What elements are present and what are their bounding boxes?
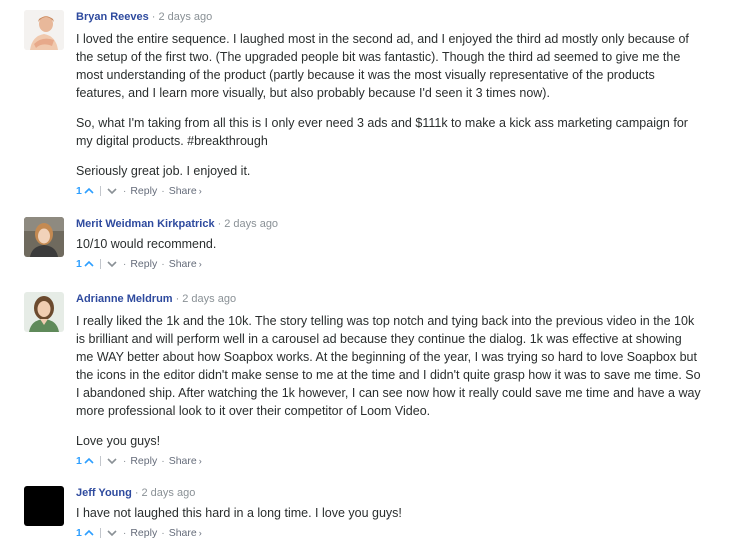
vote-divider (99, 186, 101, 196)
share-button[interactable]: Share (169, 184, 197, 198)
share-arrow-icon: › (198, 259, 202, 269)
upvote-count[interactable]: 1 (76, 257, 82, 271)
chevron-down-icon[interactable] (107, 260, 119, 268)
footer-separator: · (122, 185, 127, 197)
comment-timestamp[interactable]: 2 days ago (142, 487, 196, 499)
footer-separator: · (122, 455, 127, 467)
vote-divider (99, 528, 101, 538)
footer-separator: · (161, 527, 165, 539)
chevron-up-icon[interactable] (84, 529, 96, 537)
comment-timestamp[interactable]: 2 days ago (158, 11, 212, 23)
comment-timestamp[interactable]: 2 days ago (182, 293, 236, 305)
comment-body: 10/10 would recommend. (76, 235, 702, 253)
avatar[interactable] (24, 486, 64, 526)
reply-button[interactable]: Reply (130, 184, 157, 198)
chevron-down-icon[interactable] (107, 529, 119, 537)
comment-footer: 1 · Reply · Share › (76, 526, 702, 540)
footer-separator: · (122, 527, 127, 539)
vote-divider (99, 456, 101, 466)
comment-footer: 1 · Reply · Share › (76, 257, 702, 271)
upvote-count[interactable]: 1 (76, 526, 82, 540)
comment-author[interactable]: Jeff Young (76, 487, 132, 499)
header-separator: · (134, 487, 139, 499)
share-arrow-icon: › (198, 456, 202, 466)
reply-button[interactable]: Reply (130, 526, 157, 540)
comment-author[interactable]: Merit Weidman Kirkpatrick (76, 218, 215, 230)
chevron-up-icon[interactable] (84, 457, 96, 465)
chevron-down-icon[interactable] (107, 187, 119, 195)
share-button[interactable]: Share (169, 526, 197, 540)
comment-paragraph: I loved the entire sequence. I laughed m… (76, 32, 689, 100)
comment-footer: 1 · Reply · Share › (76, 454, 702, 468)
comment-body: I really liked the 1k and the 10k. The s… (76, 312, 702, 450)
footer-separator: · (122, 258, 127, 270)
header-separator: · (175, 293, 180, 305)
share-arrow-icon: › (198, 528, 202, 538)
comment-paragraph: 10/10 would recommend. (76, 237, 217, 251)
avatar[interactable] (24, 217, 64, 257)
reply-button[interactable]: Reply (130, 454, 157, 468)
comment-author[interactable]: Adrianne Meldrum (76, 293, 173, 305)
vote-divider (99, 259, 101, 269)
footer-separator: · (161, 258, 165, 270)
reply-button[interactable]: Reply (130, 257, 157, 271)
footer-separator: · (161, 185, 165, 197)
comment-footer: 1 · Reply · Share › (76, 184, 702, 198)
comment-timestamp[interactable]: 2 days ago (224, 218, 278, 230)
header-separator: · (217, 218, 222, 230)
chevron-up-icon[interactable] (84, 260, 96, 268)
header-separator: · (151, 11, 156, 23)
chevron-up-icon[interactable] (84, 187, 96, 195)
chevron-down-icon[interactable] (107, 457, 119, 465)
comment-body: I have not laughed this hard in a long t… (76, 504, 702, 522)
comment-paragraph: I have not laughed this hard in a long t… (76, 506, 402, 520)
comment-paragraph: Seriously great job. I enjoyed it. (76, 164, 251, 178)
comment-paragraph: I really liked the 1k and the 10k. The s… (76, 314, 701, 418)
share-button[interactable]: Share (169, 257, 197, 271)
comment-author[interactable]: Bryan Reeves (76, 11, 149, 23)
comment-paragraph: Love you guys! (76, 434, 161, 448)
comment-paragraph: So, what I'm taking from all this is I o… (76, 116, 688, 148)
comment-body: I loved the entire sequence. I laughed m… (76, 30, 702, 180)
share-arrow-icon: › (198, 186, 202, 196)
avatar[interactable] (24, 292, 64, 332)
upvote-count[interactable]: 1 (76, 454, 82, 468)
upvote-count[interactable]: 1 (76, 184, 82, 198)
footer-separator: · (161, 455, 165, 467)
avatar[interactable] (24, 10, 64, 50)
share-button[interactable]: Share (169, 454, 197, 468)
